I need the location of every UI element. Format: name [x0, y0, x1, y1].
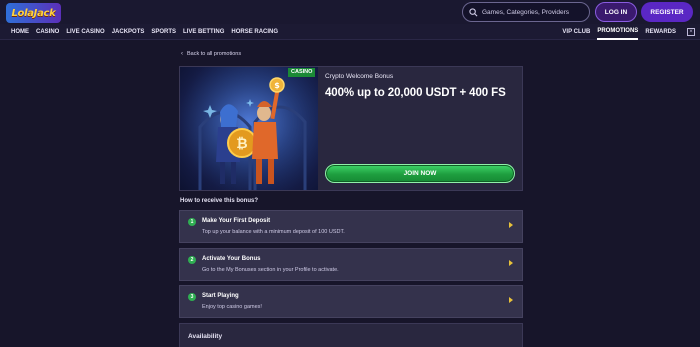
search-input[interactable]	[482, 8, 587, 16]
nav-sports[interactable]: SPORTS	[151, 24, 176, 40]
main-nav: HOME CASINO LIVE CASINO JACKPOTS SPORTS …	[0, 24, 700, 40]
step-item[interactable]: 2 Activate Your Bonus Go to the My Bonus…	[179, 248, 523, 281]
search-box[interactable]	[462, 2, 590, 22]
search-icon	[469, 7, 478, 16]
back-link-label: Back to all promotions	[187, 51, 242, 57]
availability-section[interactable]: Availability	[179, 323, 523, 347]
nav-live-casino[interactable]: LIVE CASINO	[66, 24, 104, 40]
step-number: 2	[188, 256, 196, 264]
register-button[interactable]: REGISTER	[641, 2, 693, 22]
top-bar: LolaJack LOG IN REGISTER	[0, 0, 700, 24]
nav-jackpots[interactable]: JACKPOTS	[112, 24, 145, 40]
step-title: Start Playing	[202, 293, 239, 299]
nav-home[interactable]: HOME	[11, 24, 29, 40]
join-now-button[interactable]: JOIN NOW	[325, 164, 515, 183]
nav-vip-club[interactable]: VIP CLUB	[562, 24, 590, 40]
step-description: Go to the My Bonuses section in your Pro…	[202, 267, 339, 273]
step-description: Enjoy top casino games!	[202, 304, 262, 310]
login-button[interactable]: LOG IN	[595, 2, 637, 22]
nav-casino[interactable]: CASINO	[36, 24, 59, 40]
howto-heading: How to receive this bonus?	[180, 198, 259, 204]
step-description: Top up your balance with a minimum depos…	[202, 229, 345, 235]
nav-promotions[interactable]: PROMOTIONS	[597, 24, 639, 40]
step-number: 1	[188, 218, 196, 226]
nav-rewards[interactable]: REWARDS	[645, 24, 676, 40]
promo-title: 400% up to 20,000 USDT + 400 FS	[325, 87, 506, 99]
nav-live-betting[interactable]: LIVE BETTING	[183, 24, 224, 40]
step-title: Make Your First Deposit	[202, 218, 271, 224]
chevron-right-icon	[509, 297, 513, 303]
chevron-right-icon	[509, 222, 513, 228]
chevron-right-icon	[509, 260, 513, 266]
step-title: Activate Your Bonus	[202, 256, 261, 262]
step-number: 3	[188, 293, 196, 301]
availability-title: Availability	[188, 333, 223, 340]
svg-text:$: $	[274, 81, 280, 90]
site-logo[interactable]: LolaJack	[6, 3, 61, 23]
casino-badge: CASINO	[288, 68, 316, 77]
logo-text: LolaJack	[11, 7, 56, 19]
chevron-left-icon: ‹	[181, 51, 183, 57]
promo-illustration: ₿ $	[180, 67, 318, 190]
svg-text:₿: ₿	[236, 136, 247, 152]
promo-image: ₿ $	[180, 67, 318, 190]
nav-horse-racing[interactable]: HORSE RACING	[231, 24, 278, 40]
step-item[interactable]: 1 Make Your First Deposit Top up your ba…	[179, 210, 523, 243]
promo-subtitle: Crypto Welcome Bonus	[325, 73, 394, 80]
close-icon[interactable]: ×	[687, 28, 695, 36]
back-link[interactable]: ‹ Back to all promotions	[181, 51, 241, 57]
step-item[interactable]: 3 Start Playing Enjoy top casino games!	[179, 285, 523, 318]
